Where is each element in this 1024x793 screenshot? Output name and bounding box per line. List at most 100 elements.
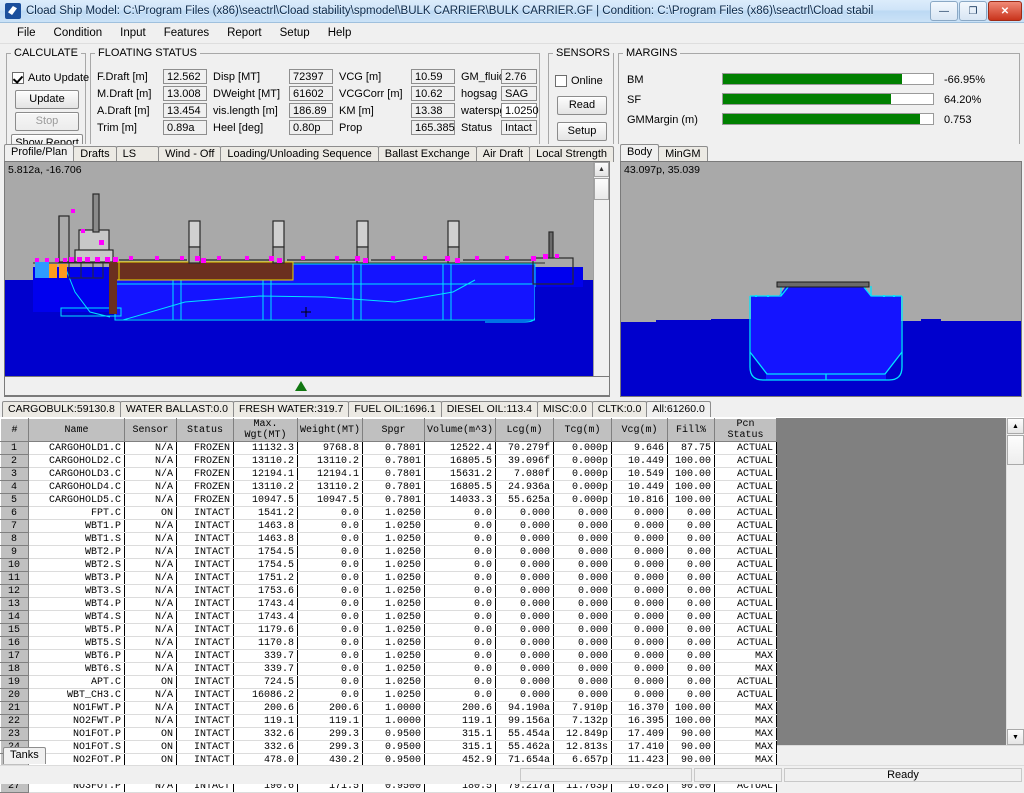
profile-scroll-thumb[interactable] bbox=[594, 178, 609, 200]
cell-max-wgt-mt[interactable]: 339.7 bbox=[234, 663, 298, 676]
cell-volume-m-3[interactable]: 119.1 bbox=[425, 715, 496, 728]
cell-spgr[interactable]: 1.0250 bbox=[363, 624, 425, 637]
cell-vcg-m[interactable]: 0.000 bbox=[612, 624, 668, 637]
cell-volume-m-3[interactable]: 16805.5 bbox=[425, 455, 496, 468]
cell-lcg-m[interactable]: 39.096f bbox=[496, 455, 554, 468]
cell-sensor[interactable]: N/A bbox=[125, 637, 177, 650]
cell-status[interactable]: INTACT bbox=[177, 728, 234, 741]
cell-lcg-m[interactable]: 0.000 bbox=[496, 533, 554, 546]
cell-volume-m-3[interactable]: 0.0 bbox=[425, 637, 496, 650]
cell-status[interactable]: FROZEN bbox=[177, 494, 234, 507]
update-button[interactable]: Update bbox=[15, 90, 79, 109]
cell-status[interactable]: INTACT bbox=[177, 676, 234, 689]
cell-tcg-m[interactable]: 7.910p bbox=[554, 702, 612, 715]
cell-name[interactable]: CARGOHOLD5.C bbox=[29, 494, 125, 507]
cell-vcg-m[interactable]: 0.000 bbox=[612, 585, 668, 598]
table-row[interactable]: 21NO1FWT.PN/AINTACT200.6200.61.0000200.6… bbox=[1, 702, 777, 715]
cell-pcn-status[interactable]: ACTUAL bbox=[715, 572, 777, 585]
summary-tab-fuel-oil[interactable]: FUEL OIL:1696.1 bbox=[348, 401, 441, 417]
cell-spgr[interactable]: 1.0250 bbox=[363, 611, 425, 624]
cell-tcg-m[interactable]: 0.000p bbox=[554, 468, 612, 481]
cell-fill[interactable]: 100.00 bbox=[668, 481, 715, 494]
table-row[interactable]: 23NO1FOT.PONINTACT332.6299.30.9500315.15… bbox=[1, 728, 777, 741]
cell-vcg-m[interactable]: 0.000 bbox=[612, 598, 668, 611]
cell-sensor[interactable]: N/A bbox=[125, 689, 177, 702]
summary-tab-fresh-water[interactable]: FRESH WATER:319.7 bbox=[233, 401, 349, 417]
cell-tcg-m[interactable]: 0.000 bbox=[554, 546, 612, 559]
cell-max-wgt-mt[interactable]: 1743.4 bbox=[234, 611, 298, 624]
profile-slider-marker-icon[interactable] bbox=[295, 381, 307, 391]
cell-volume-m-3[interactable]: 315.1 bbox=[425, 741, 496, 754]
cell-volume-m-3[interactable]: 200.6 bbox=[425, 702, 496, 715]
cell-max-wgt-mt[interactable]: 10947.5 bbox=[234, 494, 298, 507]
col-name[interactable]: Name bbox=[29, 419, 125, 442]
cell-name[interactable]: FPT.C bbox=[29, 507, 125, 520]
cell-vcg-m[interactable]: 9.646 bbox=[612, 442, 668, 455]
cell-vcg-m[interactable]: 0.000 bbox=[612, 546, 668, 559]
cell-weight-mt[interactable]: 0.0 bbox=[298, 676, 363, 689]
col-weight[interactable]: Weight(MT) bbox=[298, 419, 363, 442]
table-scroll-down-icon[interactable]: ▼ bbox=[1007, 729, 1024, 745]
cell-pcn-status[interactable]: ACTUAL bbox=[715, 624, 777, 637]
cell-fill[interactable]: 0.00 bbox=[668, 559, 715, 572]
cell-pcn-status[interactable]: ACTUAL bbox=[715, 455, 777, 468]
cell-spgr[interactable]: 0.7801 bbox=[363, 481, 425, 494]
vislength-value[interactable]: 186.89 bbox=[289, 103, 333, 118]
cell-pcn-status[interactable]: ACTUAL bbox=[715, 559, 777, 572]
tab-loading-unloading-sequence[interactable]: Loading/Unloading Sequence bbox=[220, 146, 378, 162]
profile-scroll-up-icon[interactable]: ▲ bbox=[594, 162, 609, 177]
cell-volume-m-3[interactable]: 0.0 bbox=[425, 611, 496, 624]
cell-weight-mt[interactable]: 0.0 bbox=[298, 637, 363, 650]
cell-spgr[interactable]: 1.0250 bbox=[363, 650, 425, 663]
cell-lcg-m[interactable]: 0.000 bbox=[496, 598, 554, 611]
cell-weight-mt[interactable]: 10947.5 bbox=[298, 494, 363, 507]
cell-spgr[interactable]: 1.0250 bbox=[363, 507, 425, 520]
cell-name[interactable]: WBT4.P bbox=[29, 598, 125, 611]
cell-max-wgt-mt[interactable]: 1753.6 bbox=[234, 585, 298, 598]
sensors-read-button[interactable]: Read bbox=[557, 96, 607, 115]
cell-pcn-status[interactable]: ACTUAL bbox=[715, 637, 777, 650]
cell-fill[interactable]: 0.00 bbox=[668, 650, 715, 663]
cell-spgr[interactable]: 1.0250 bbox=[363, 598, 425, 611]
summary-tab-diesel-oil[interactable]: DIESEL OIL:113.4 bbox=[441, 401, 538, 417]
cell-status[interactable]: INTACT bbox=[177, 559, 234, 572]
cell-sensor[interactable]: N/A bbox=[125, 585, 177, 598]
table-row[interactable]: 7WBT1.PN/AINTACT1463.80.01.02500.00.0000… bbox=[1, 520, 777, 533]
cell-spgr[interactable]: 0.7801 bbox=[363, 455, 425, 468]
cell-status[interactable]: INTACT bbox=[177, 533, 234, 546]
cell-spgr[interactable]: 1.0000 bbox=[363, 715, 425, 728]
cell-lcg-m[interactable]: 0.000 bbox=[496, 559, 554, 572]
cell-sensor[interactable]: N/A bbox=[125, 598, 177, 611]
cell-sensor[interactable]: N/A bbox=[125, 494, 177, 507]
cell-tcg-m[interactable]: 0.000 bbox=[554, 689, 612, 702]
vcg-value[interactable]: 10.59 bbox=[411, 69, 455, 84]
cell-max-wgt-mt[interactable]: 12194.1 bbox=[234, 468, 298, 481]
cell-fill[interactable]: 100.00 bbox=[668, 494, 715, 507]
cell-tcg-m[interactable]: 12.849p bbox=[554, 728, 612, 741]
trim-value[interactable]: 0.89a bbox=[163, 120, 207, 135]
cell-vcg-m[interactable]: 0.000 bbox=[612, 663, 668, 676]
cell-sensor[interactable]: N/A bbox=[125, 455, 177, 468]
cell-tcg-m[interactable]: 0.000 bbox=[554, 611, 612, 624]
cell-weight-mt[interactable]: 299.3 bbox=[298, 741, 363, 754]
heel-value[interactable]: 0.80p bbox=[289, 120, 333, 135]
col-status[interactable]: Status bbox=[177, 419, 234, 442]
table-row[interactable]: 5CARGOHOLD5.CN/AFROZEN10947.510947.50.78… bbox=[1, 494, 777, 507]
cell-tcg-m[interactable]: 0.000p bbox=[554, 494, 612, 507]
table-row[interactable]: 13WBT4.PN/AINTACT1743.40.01.02500.00.000… bbox=[1, 598, 777, 611]
table-row[interactable]: 22NO2FWT.PN/AINTACT119.1119.11.0000119.1… bbox=[1, 715, 777, 728]
cell-pcn-status[interactable]: ACTUAL bbox=[715, 468, 777, 481]
table-row[interactable]: 15WBT5.PN/AINTACT1179.60.01.02500.00.000… bbox=[1, 624, 777, 637]
cell-lcg-m[interactable]: 0.000 bbox=[496, 676, 554, 689]
waterspgr-input[interactable]: 1.0250 bbox=[501, 103, 537, 118]
cell-tcg-m[interactable]: 0.000 bbox=[554, 637, 612, 650]
cell-fill[interactable]: 100.00 bbox=[668, 468, 715, 481]
cell-volume-m-3[interactable]: 16805.5 bbox=[425, 481, 496, 494]
cell-sensor[interactable]: N/A bbox=[125, 663, 177, 676]
col-vcg[interactable]: Vcg(m) bbox=[612, 419, 668, 442]
table-row[interactable]: 18WBT6.SN/AINTACT339.70.01.02500.00.0000… bbox=[1, 663, 777, 676]
cell-fill[interactable]: 90.00 bbox=[668, 728, 715, 741]
cell-status[interactable]: FROZEN bbox=[177, 481, 234, 494]
cell-name[interactable]: WBT5.P bbox=[29, 624, 125, 637]
menu-item-help[interactable]: Help bbox=[319, 25, 361, 41]
